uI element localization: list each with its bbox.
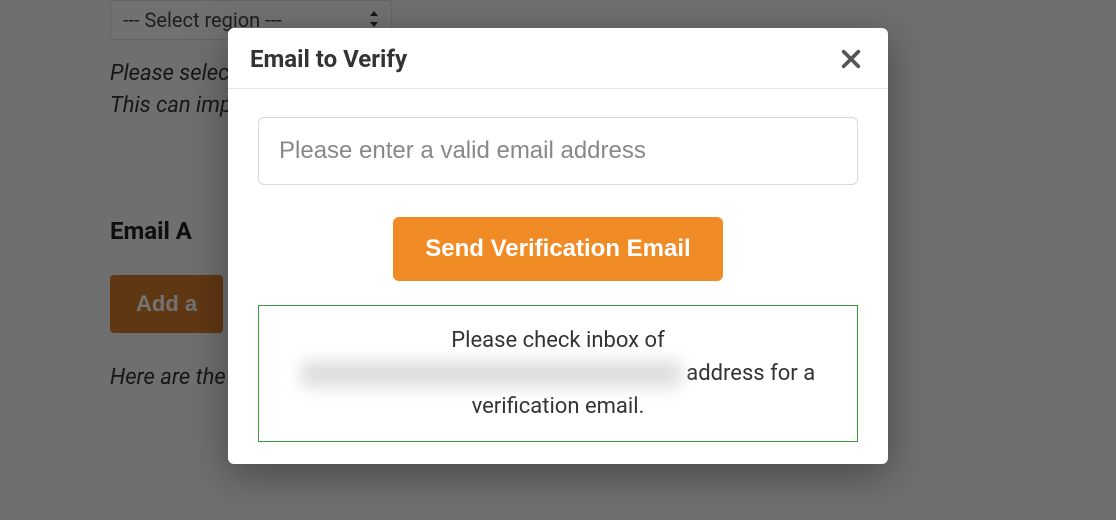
close-icon[interactable] (836, 44, 866, 74)
send-verification-button[interactable]: Send Verification Email (393, 217, 722, 281)
verification-success-message: Please check inbox of address for a veri… (258, 305, 858, 442)
verify-email-modal: Email to Verify Send Verification Email … (228, 28, 888, 464)
modal-header: Email to Verify (228, 28, 888, 89)
modal-title: Email to Verify (250, 45, 407, 73)
modal-body: Send Verification Email (228, 89, 888, 281)
success-text-prefix: Please check inbox of (451, 328, 665, 353)
success-text-mid: address for a (686, 361, 815, 386)
email-input[interactable] (258, 117, 858, 185)
redacted-email (301, 361, 681, 387)
success-text-end: verification email. (472, 394, 645, 419)
